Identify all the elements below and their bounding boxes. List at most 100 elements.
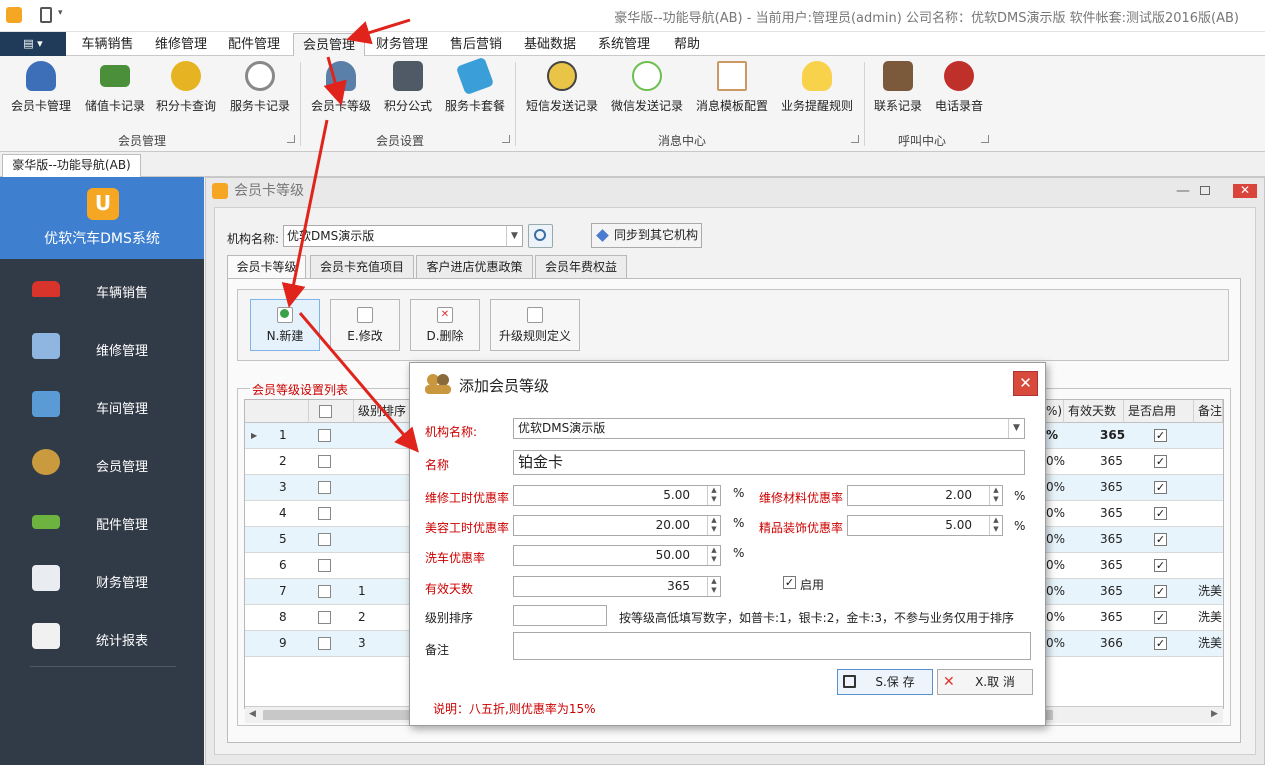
- menu-tab-repair[interactable]: 维修管理: [153, 33, 209, 56]
- menu-tab-help[interactable]: 帮助: [670, 33, 704, 56]
- spinner-arrows-icon[interactable]: ▲ ▼: [989, 516, 1002, 535]
- grid-header-days[interactable]: 有效天数: [1064, 400, 1124, 423]
- spinner-arrows-icon[interactable]: ▲ ▼: [989, 486, 1002, 505]
- delete-button[interactable]: ✕ D.删除: [410, 299, 480, 351]
- row-checkbox[interactable]: [318, 429, 331, 442]
- row-enabled-checkbox[interactable]: ✓: [1154, 559, 1167, 572]
- menu-tab-parts[interactable]: 配件管理: [226, 33, 282, 56]
- new-button[interactable]: N.新建: [250, 299, 320, 351]
- scroll-right-icon[interactable]: ▶: [1211, 709, 1218, 719]
- sidebar-item-member[interactable]: 会员管理: [0, 437, 204, 491]
- row-checkbox[interactable]: [318, 507, 331, 520]
- menu-tab-system[interactable]: 系统管理: [596, 33, 652, 56]
- row-enabled-checkbox[interactable]: ✓: [1154, 455, 1167, 468]
- sidebar-item-finance[interactable]: 财务管理: [0, 553, 204, 607]
- dlg-decor-input[interactable]: 5.00 ▲ ▼: [847, 515, 1003, 536]
- row-checkbox[interactable]: [318, 481, 331, 494]
- dialog-close-button[interactable]: ✕: [1013, 371, 1038, 396]
- dlg-cancel-button[interactable]: ✕ X.取 消: [937, 669, 1033, 695]
- row-checkbox[interactable]: [318, 611, 331, 624]
- ribbon-contact-log-button[interactable]: 联系记录: [870, 58, 926, 118]
- row-enabled-checkbox[interactable]: ✓: [1154, 507, 1167, 520]
- row-checkbox[interactable]: [318, 533, 331, 546]
- ribbon-stored-value-button[interactable]: 储值卡记录: [81, 58, 149, 118]
- ribbon-wechat-log-button[interactable]: 微信发送记录: [608, 58, 686, 118]
- dialog-launcher-icon[interactable]: [851, 135, 859, 143]
- ribbon-points-query-button[interactable]: 积分卡查询: [152, 58, 220, 118]
- row-enabled-checkbox[interactable]: ✓: [1154, 481, 1167, 494]
- tab-annual-fee[interactable]: 会员年费权益: [535, 255, 627, 279]
- tab-card-level[interactable]: 会员卡等级: [227, 255, 306, 280]
- ribbon-member-card-button[interactable]: 会员卡管理: [7, 58, 75, 118]
- menu-tab-vehicle-sales[interactable]: 车辆销售: [80, 33, 135, 56]
- grid-header-enabled[interactable]: 是否启用: [1124, 400, 1194, 423]
- quick-access-dropdown-icon[interactable]: ▾: [58, 8, 63, 18]
- row-enabled-checkbox[interactable]: ✓: [1154, 429, 1167, 442]
- row-checkbox[interactable]: [318, 559, 331, 572]
- sidebar-item-repair[interactable]: 维修管理: [0, 321, 204, 375]
- document-tab-navigation[interactable]: 豪华版--功能导航(AB): [2, 154, 141, 177]
- sidebar-item-workshop[interactable]: 车间管理: [0, 379, 204, 433]
- spinner-arrows-icon[interactable]: ▲ ▼: [707, 516, 720, 535]
- row-enabled-checkbox[interactable]: ✓: [1154, 533, 1167, 546]
- upgrade-rules-button[interactable]: 升级规则定义: [490, 299, 580, 351]
- dlg-org-select[interactable]: 优软DMS演示版 ▼: [513, 418, 1025, 439]
- edit-button[interactable]: E.修改: [330, 299, 400, 351]
- grid-header-order[interactable]: 级别排序: [354, 400, 410, 423]
- dlg-wash-input[interactable]: 50.00 ▲ ▼: [513, 545, 721, 566]
- sync-to-other-orgs-button[interactable]: 同步到其它机构: [591, 223, 702, 248]
- minimize-icon[interactable]: —: [1176, 183, 1190, 199]
- dlg-remark-textarea[interactable]: [513, 632, 1031, 660]
- spinner-arrows-icon[interactable]: ▲ ▼: [707, 577, 720, 596]
- row-checkbox[interactable]: [318, 637, 331, 650]
- dlg-enable-checkbox[interactable]: ✓: [783, 576, 796, 589]
- row-enabled-checkbox[interactable]: ✓: [1154, 637, 1167, 650]
- dlg-save-button[interactable]: S.保 存: [837, 669, 933, 695]
- grid-header-select[interactable]: [309, 400, 354, 423]
- select-all-checkbox[interactable]: [319, 405, 332, 418]
- ribbon-points-formula-button[interactable]: 积分公式: [381, 58, 435, 118]
- ribbon-message-template-button[interactable]: 消息模板配置: [693, 58, 771, 118]
- chevron-down-icon[interactable]: ▼: [506, 226, 522, 246]
- dlg-name-input[interactable]: 铂金卡: [513, 450, 1025, 475]
- dlg-repair-hour-input[interactable]: 5.00 ▲ ▼: [513, 485, 721, 506]
- org-search-button[interactable]: [528, 224, 553, 248]
- menu-tab-aftersales[interactable]: 售后营销: [448, 33, 504, 56]
- dialog-launcher-icon[interactable]: [287, 135, 295, 143]
- row-enabled-checkbox[interactable]: ✓: [1154, 585, 1167, 598]
- row-checkbox[interactable]: [318, 455, 331, 468]
- chevron-down-icon[interactable]: ▼: [1008, 419, 1024, 438]
- spinner-arrows-icon[interactable]: ▲ ▼: [707, 486, 720, 505]
- dialog-launcher-icon[interactable]: [981, 135, 989, 143]
- sidebar-item-reports[interactable]: 统计报表: [0, 611, 204, 665]
- ribbon-sms-log-button[interactable]: 短信发送记录: [523, 58, 601, 118]
- dialog-launcher-icon[interactable]: [502, 135, 510, 143]
- dlg-repair-material-input[interactable]: 2.00 ▲ ▼: [847, 485, 1003, 506]
- dlg-order-input[interactable]: [513, 605, 607, 626]
- spinner-arrows-icon[interactable]: ▲ ▼: [707, 546, 720, 565]
- ribbon-call-recording-button[interactable]: 电话录音: [931, 58, 987, 118]
- grid-header-pct[interactable]: %): [1046, 400, 1064, 423]
- sidebar-item-parts[interactable]: 配件管理: [0, 495, 204, 549]
- sidebar-item-vehicle-sales[interactable]: 车辆销售: [0, 263, 204, 317]
- window-close-button[interactable]: ✕: [1233, 184, 1257, 198]
- app-menu-button[interactable]: ▤ ▾: [0, 32, 66, 56]
- menu-tab-basic-data[interactable]: 基础数据: [522, 33, 578, 56]
- scroll-left-icon[interactable]: ◀: [249, 709, 256, 719]
- grid-header-note[interactable]: 备注: [1194, 400, 1223, 423]
- menu-tab-member[interactable]: 会员管理: [293, 33, 365, 56]
- org-select[interactable]: 优软DMS演示版 ▼: [283, 225, 523, 247]
- tab-recharge-items[interactable]: 会员卡充值项目: [310, 255, 414, 279]
- ribbon-service-package-button[interactable]: 服务卡套餐: [442, 56, 508, 118]
- ribbon-card-level-button[interactable]: 会员卡等级: [306, 58, 376, 118]
- tab-store-visit-policy[interactable]: 客户进店优惠政策: [416, 255, 533, 279]
- ribbon-reminder-rules-button[interactable]: 业务提醒规则: [778, 58, 856, 118]
- maximize-icon[interactable]: [1200, 186, 1210, 195]
- row-checkbox[interactable]: [318, 585, 331, 598]
- row-enabled-checkbox[interactable]: ✓: [1154, 611, 1167, 624]
- menu-tab-finance[interactable]: 财务管理: [374, 33, 430, 56]
- dlg-beauty-hour-input[interactable]: 20.00 ▲ ▼: [513, 515, 721, 536]
- ribbon-service-card-button[interactable]: 服务卡记录: [226, 58, 294, 118]
- dlg-days-input[interactable]: 365 ▲ ▼: [513, 576, 721, 597]
- office-icon[interactable]: [40, 7, 52, 23]
